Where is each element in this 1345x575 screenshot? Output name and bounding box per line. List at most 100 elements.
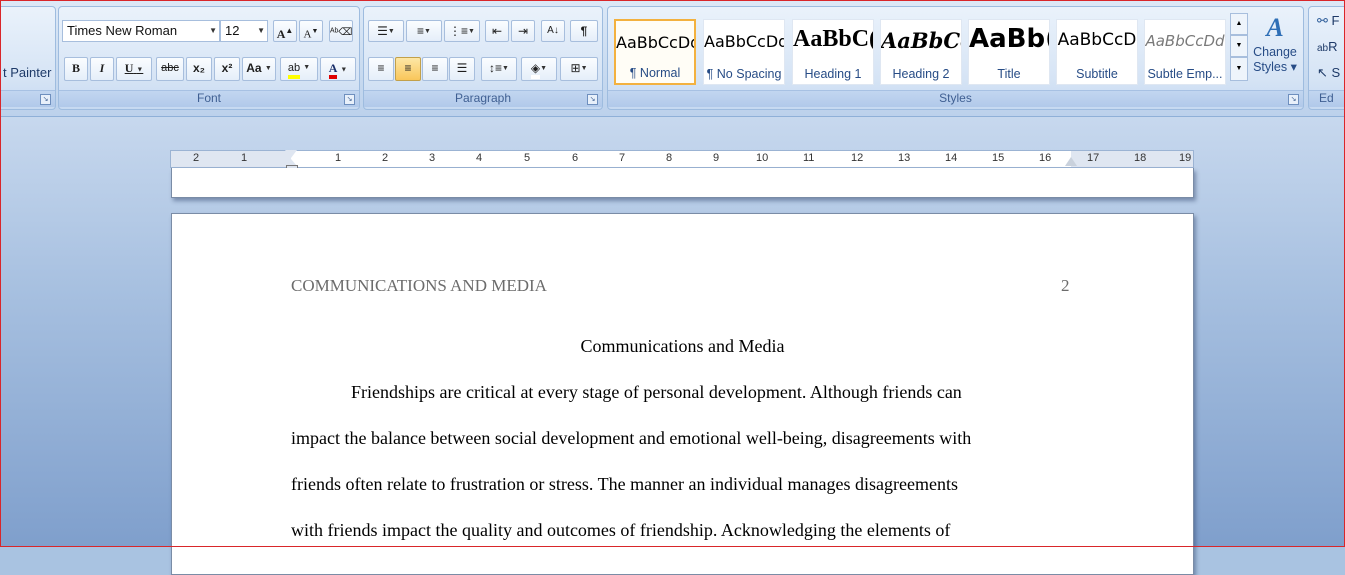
- more-icon: ▼: [1235, 65, 1243, 72]
- chevron-down-icon: ▼: [387, 27, 395, 35]
- align-center-icon: ≡: [404, 61, 412, 75]
- bold-button[interactable]: B: [64, 57, 88, 81]
- align-center-button[interactable]: ≡: [395, 57, 421, 81]
- paint-bucket-icon: ◈: [530, 61, 541, 79]
- strikethrough-label: abc: [161, 62, 179, 74]
- italic-button[interactable]: I: [90, 57, 114, 81]
- line-spacing-button[interactable]: ↕≡▼: [481, 57, 517, 81]
- style-title[interactable]: AaBb( Title: [968, 19, 1050, 85]
- replace-label: R: [1328, 39, 1338, 54]
- cursor-icon: ↖: [1317, 65, 1328, 80]
- clear-formatting-button[interactable]: ᴬᵇ⌫: [329, 20, 353, 42]
- style-preview: AaBbCcDd: [616, 33, 694, 52]
- font-size-combo[interactable]: 12 ▼: [220, 20, 268, 42]
- horizontal-ruler[interactable]: 2 1 1 2 3 4 5 6 7 8 9 10 11 12 13 14 15 …: [170, 150, 1194, 172]
- paragraph-launcher-icon[interactable]: ↘: [587, 94, 598, 105]
- ruler-number: 2: [382, 152, 389, 164]
- document-page[interactable]: COMMUNICATIONS AND MEDIA 2 Communication…: [171, 213, 1194, 575]
- clipboard-launcher-icon[interactable]: ↘: [40, 94, 51, 105]
- change-case-label: Aa: [246, 61, 262, 75]
- numbering-button[interactable]: ≡▼: [406, 20, 442, 42]
- ribbon: t Painter ↘ Times New Roman ▼ 12 ▼ A▲ A▼…: [0, 0, 1345, 117]
- multilevel-list-button[interactable]: ⋮≡▼: [444, 20, 480, 42]
- style-subtle-emphasis[interactable]: AaBbCcDd Subtle Emp...: [1144, 19, 1226, 85]
- ruler-number: 7: [619, 152, 626, 164]
- style-subtitle[interactable]: AaBbCcD Subtitle: [1056, 19, 1138, 85]
- document-title[interactable]: Communications and Media: [172, 336, 1193, 357]
- paragraph-line[interactable]: Friendships are critical at every stage …: [351, 382, 962, 403]
- change-case-button[interactable]: Aa ▼: [242, 57, 276, 81]
- style-heading-2[interactable]: AaBbCc Heading 2: [880, 19, 962, 85]
- grow-font-button[interactable]: A▲: [273, 20, 297, 42]
- numbered-list-icon: ≡: [417, 24, 425, 38]
- gallery-scroll-down[interactable]: ▼: [1230, 35, 1248, 57]
- change-styles-button[interactable]: A Change Styles ▾: [1250, 11, 1300, 91]
- paragraph-group-label: Paragraph: [364, 90, 602, 107]
- styles-launcher-icon[interactable]: ↘: [1288, 94, 1299, 105]
- chevron-down-icon: ▼: [136, 65, 144, 74]
- sort-button[interactable]: A↓: [541, 20, 565, 42]
- style-name: ¶ No Spacing: [706, 67, 782, 81]
- align-right-icon: ≡: [431, 61, 439, 75]
- bullets-button[interactable]: ☰▼: [368, 20, 404, 42]
- style-no-spacing[interactable]: AaBbCcDd ¶ No Spacing: [703, 19, 785, 85]
- shading-button[interactable]: ◈▼: [521, 57, 557, 81]
- subscript-button[interactable]: x₂: [186, 57, 212, 81]
- select-button[interactable]: ↖ S: [1317, 65, 1340, 81]
- font-color-button[interactable]: A ▼: [320, 57, 356, 81]
- chevron-down-icon: ▼: [468, 27, 475, 35]
- paragraph-line[interactable]: with friends impact the quality and outc…: [291, 520, 950, 541]
- format-painter-button[interactable]: t Painter: [3, 65, 51, 80]
- running-header: COMMUNICATIONS AND MEDIA: [291, 276, 547, 295]
- borders-button[interactable]: ⊞▼: [560, 57, 598, 81]
- gallery-more-button[interactable]: ▼: [1230, 57, 1248, 81]
- line-spacing-icon: ↕≡: [489, 61, 503, 75]
- paragraph-group: ☰▼ ≡▼ ⋮≡▼ ⇤ ⇥ A↓ ¶ ≡ ≡ ≡ ☰ ↕≡▼ ◈▼ ⊞▼ Par…: [363, 6, 603, 110]
- style-heading-1[interactable]: AaBbC( Heading 1: [792, 19, 874, 85]
- underline-button[interactable]: U ▼: [116, 57, 152, 81]
- first-line-indent-marker[interactable]: [285, 150, 297, 158]
- ruler-number: 15: [992, 152, 1005, 164]
- style-normal[interactable]: AaBbCcDd ¶ Normal: [614, 19, 696, 85]
- font-group: Times New Roman ▼ 12 ▼ A▲ A▼ ᴬᵇ⌫ B I U ▼…: [58, 6, 360, 110]
- ruler-number: 16: [1039, 152, 1052, 164]
- replace-button[interactable]: abR: [1317, 39, 1338, 54]
- highlighter-icon: ab: [287, 61, 301, 79]
- editing-group-label: Ed: [1309, 90, 1345, 107]
- highlight-button[interactable]: ab ▼: [280, 57, 318, 81]
- find-button[interactable]: ⚯ F: [1317, 13, 1339, 29]
- align-right-button[interactable]: ≡: [422, 57, 448, 81]
- paragraph-line[interactable]: impact the balance between social develo…: [291, 428, 971, 449]
- font-launcher-icon[interactable]: ↘: [344, 94, 355, 105]
- paragraph-line[interactable]: friends often relate to frustration or s…: [291, 474, 958, 495]
- shrink-font-label: A: [303, 28, 312, 41]
- style-preview: AaBbCc: [881, 28, 961, 53]
- justify-button[interactable]: ☰: [449, 57, 475, 81]
- font-name-combo[interactable]: Times New Roman ▼: [62, 20, 220, 42]
- decrease-indent-icon: ⇤: [491, 24, 503, 38]
- select-label: S: [1331, 65, 1341, 80]
- style-name: Heading 1: [804, 67, 862, 81]
- style-preview: AaBb(: [969, 24, 1049, 54]
- previous-page[interactable]: [171, 168, 1194, 198]
- change-styles-icon: A: [1266, 13, 1284, 42]
- ruler-number: 14: [945, 152, 958, 164]
- chevron-down-icon: ▼: [340, 65, 348, 74]
- styles-group-label: Styles: [608, 90, 1303, 107]
- pilcrow-icon: ¶: [580, 24, 588, 38]
- change-styles-label-1: Change: [1253, 45, 1297, 59]
- font-name-value: Times New Roman: [67, 23, 178, 38]
- ruler-number: 11: [803, 152, 815, 164]
- decrease-indent-button[interactable]: ⇤: [485, 20, 509, 42]
- superscript-button[interactable]: x²: [214, 57, 240, 81]
- right-indent-marker[interactable]: [1065, 157, 1077, 166]
- show-marks-button[interactable]: ¶: [570, 20, 598, 42]
- style-name: Subtle Emp...: [1147, 67, 1223, 81]
- gallery-scroll-up[interactable]: ▲: [1230, 13, 1248, 35]
- align-left-button[interactable]: ≡: [368, 57, 394, 81]
- bold-label: B: [71, 61, 80, 75]
- strikethrough-button[interactable]: abc: [156, 57, 184, 81]
- increase-indent-button[interactable]: ⇥: [511, 20, 535, 42]
- shrink-font-button[interactable]: A▼: [299, 20, 323, 42]
- borders-icon: ⊞: [570, 61, 581, 75]
